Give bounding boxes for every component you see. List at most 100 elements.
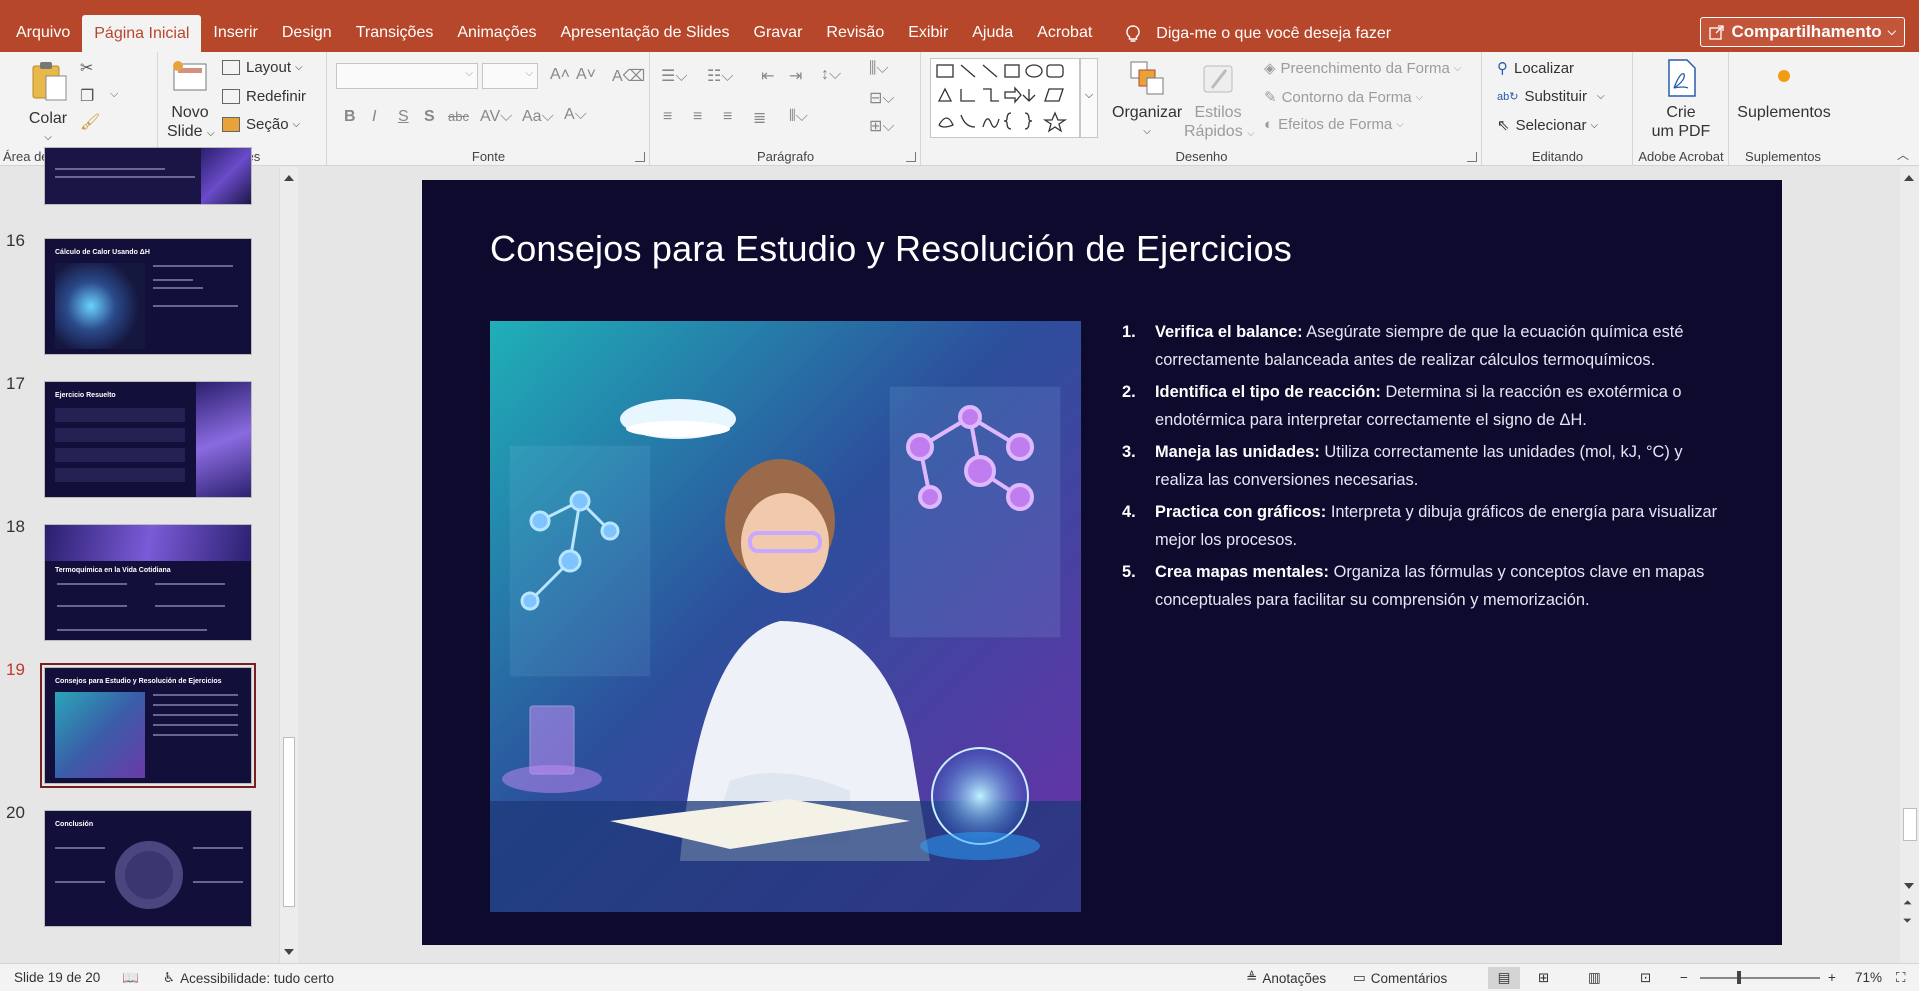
strikethrough-icon[interactable]: abc (448, 109, 469, 124)
slide-thumbnail-18[interactable]: Termoquímica en la Vida Cotidiana (44, 524, 252, 641)
align-left-icon[interactable]: ≡ (663, 108, 672, 126)
share-button[interactable]: Compartilhamento ⌵ (1700, 17, 1905, 47)
align-text-icon[interactable]: ⊟⌵ (869, 88, 895, 108)
scrollbar-thumb[interactable] (283, 737, 295, 907)
char-spacing-icon[interactable]: AV⌵ (480, 108, 512, 126)
line-spacing-icon[interactable]: ↕⌵ (821, 66, 841, 84)
increase-indent-icon[interactable]: ⇥ (789, 66, 802, 86)
paste-button[interactable]: Colar ⌵ (26, 60, 70, 147)
section-button[interactable]: Seção ⌵ (222, 116, 300, 133)
replace-button[interactable]: ab↻ Substituir ⌵ (1497, 88, 1605, 105)
tab-exibir[interactable]: Exibir (896, 15, 960, 51)
clear-format-icon[interactable]: A⌫ (612, 66, 645, 86)
zoom-in-icon[interactable]: + (1828, 970, 1836, 985)
arrange-button[interactable]: Organizar ⌵ (1112, 58, 1182, 141)
shapes-gallery[interactable] (930, 58, 1080, 138)
comments-button[interactable]: ▭ Comentários (1353, 970, 1447, 986)
previous-slide-icon[interactable]: ⏶ (1903, 897, 1912, 910)
accessibility-status[interactable]: ♿ Acessibilidade: tudo certo (163, 970, 334, 986)
fit-slide-icon[interactable]: ⛶ (1896, 970, 1905, 986)
slide-sorter-icon[interactable]: ⊞ (1538, 970, 1549, 986)
tab-arquivo[interactable]: Arquivo (4, 15, 82, 51)
tab-ajuda[interactable]: Ajuda (960, 15, 1025, 51)
slide-thumbnail-19[interactable]: Consejos para Estudio y Resolución de Ej… (40, 663, 256, 788)
tab-pagina-inicial[interactable]: Página Inicial (82, 15, 202, 53)
format-painter-icon[interactable]: 🖌 (80, 112, 100, 132)
tab-acrobat[interactable]: Acrobat (1025, 15, 1104, 51)
zoom-slider-thumb[interactable] (1737, 971, 1741, 984)
scroll-down-icon[interactable] (284, 949, 294, 955)
zoom-out-icon[interactable]: − (1680, 970, 1688, 985)
copy-icon[interactable]: ❐ (80, 86, 94, 106)
scrollbar-thumb[interactable] (1903, 808, 1917, 841)
text-direction-icon[interactable]: ⫼⌵ (869, 60, 889, 78)
slide-thumbnail-16[interactable]: Cálculo de Calor Usando ΔH (44, 238, 252, 355)
tab-transicoes[interactable]: Transições (344, 15, 446, 51)
zoom-level[interactable]: 71% (1855, 970, 1882, 985)
scientist-illustration[interactable] (490, 321, 1081, 912)
justify-icon[interactable]: ≣ (753, 108, 766, 128)
smartart-icon[interactable]: ⊞⌵ (869, 116, 895, 136)
scroll-down-icon[interactable] (1904, 883, 1914, 889)
slideshow-icon[interactable]: ⊡ (1640, 970, 1651, 986)
normal-view-icon[interactable]: ▤ (1488, 967, 1520, 989)
scroll-up-icon[interactable] (284, 175, 294, 181)
notes-button[interactable]: ≜ Anotações (1246, 970, 1326, 986)
slide-title[interactable]: Consejos para Estudio y Resolución de Ej… (490, 228, 1292, 270)
dialog-launcher-icon[interactable] (906, 152, 916, 162)
tab-gravar[interactable]: Gravar (742, 15, 815, 51)
thumbnail-scrollbar[interactable] (279, 167, 298, 963)
align-center-icon[interactable]: ≡ (693, 108, 702, 126)
shape-effects-button[interactable]: ◐ Efeitos de Forma ⌵ (1264, 116, 1404, 133)
dialog-launcher-icon[interactable] (635, 152, 645, 162)
zoom-slider[interactable] (1700, 977, 1820, 979)
decrease-font-icon[interactable]: A˅ (576, 66, 596, 84)
collapse-ribbon-icon[interactable]: ︿ (1897, 146, 1909, 163)
chevron-down-icon[interactable]: ⌵ (110, 88, 118, 101)
layout-button[interactable]: Layout ⌵ (222, 59, 303, 76)
spelling-icon[interactable]: 📖 (122, 970, 139, 986)
slide-scrollbar[interactable]: ⏶ ⏷ (1900, 167, 1919, 963)
addins-button[interactable]: Suplementos (1736, 66, 1832, 122)
align-right-icon[interactable]: ≡ (723, 108, 732, 126)
scroll-up-icon[interactable] (1904, 175, 1914, 181)
quick-styles-button[interactable]: Estilos Rápidos ⌵ (1184, 58, 1255, 143)
font-name-combo[interactable]: ⌵ (336, 63, 478, 89)
dialog-launcher-icon[interactable] (1467, 152, 1477, 162)
tab-revisao[interactable]: Revisão (814, 15, 896, 51)
numbering-icon[interactable]: ☷⌵ (707, 66, 733, 86)
underline-icon[interactable]: S (398, 108, 409, 126)
tab-design[interactable]: Design (270, 15, 344, 51)
font-color-icon[interactable]: A⌵ (564, 106, 587, 124)
find-button[interactable]: ⚲ Localizar (1497, 59, 1574, 78)
slide-thumbnail[interactable] (44, 147, 252, 205)
font-size-combo[interactable]: ⌵ (482, 63, 538, 89)
drawing-group: ⌵ Organizar ⌵ Estilos Rápidos ⌵ ◈ Preenc… (922, 52, 1482, 166)
bold-icon[interactable]: B (344, 108, 356, 126)
italic-icon[interactable]: I (372, 108, 376, 126)
increase-font-icon[interactable]: A˄ (550, 66, 570, 84)
tips-list[interactable]: 1. Verifica el balance: Asegúrate siempre… (1122, 318, 1722, 618)
select-button[interactable]: ⇖ Selecionar ⌵ (1497, 116, 1598, 135)
reading-view-icon[interactable]: ▥ (1588, 970, 1601, 986)
tab-apresentacao[interactable]: Apresentação de Slides (549, 15, 742, 51)
current-slide[interactable]: Consejos para Estudio y Resolución de Ej… (422, 180, 1782, 945)
change-case-icon[interactable]: Aa⌵ (522, 108, 554, 126)
tab-inserir[interactable]: Inserir (201, 15, 269, 51)
tell-me-search[interactable]: Diga-me o que você deseja fazer (1124, 16, 1391, 52)
shape-outline-button[interactable]: ✎ Contorno da Forma ⌵ (1264, 88, 1423, 107)
new-slide-button[interactable]: Novo Slide ⌵ (167, 58, 215, 143)
shape-fill-button[interactable]: ◈ Preenchimento da Forma ⌵ (1264, 59, 1461, 78)
tab-animacoes[interactable]: Animações (445, 15, 548, 51)
reset-button[interactable]: Redefinir (222, 88, 306, 105)
slide-thumbnail-20[interactable]: Conclusión (44, 810, 252, 927)
columns-icon[interactable]: ⫴⌵ (789, 108, 808, 126)
shadow-icon[interactable]: S (424, 108, 435, 126)
create-pdf-button[interactable]: Crie um PDF (1644, 58, 1718, 141)
cut-icon[interactable]: ✂ (80, 58, 93, 78)
decrease-indent-icon[interactable]: ⇤ (761, 66, 774, 86)
bullets-icon[interactable]: ☰⌵ (661, 66, 687, 86)
shapes-more-button[interactable]: ⌵ (1080, 58, 1098, 138)
slide-thumbnail-17[interactable]: Ejercicio Resuelto (44, 381, 252, 498)
next-slide-icon[interactable]: ⏷ (1903, 915, 1912, 928)
